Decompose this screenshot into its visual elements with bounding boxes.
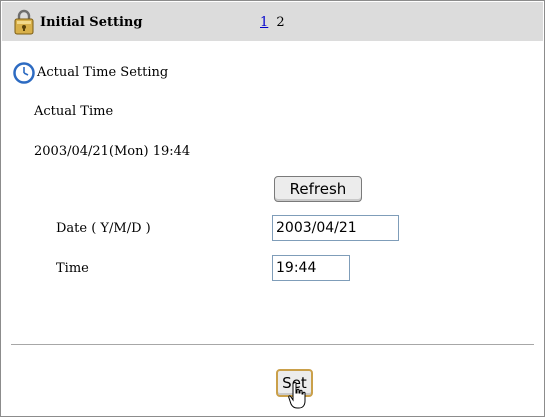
pagination: 1 2: [260, 15, 285, 30]
actual-time-label: Actual Time: [34, 104, 114, 119]
lock-icon: [14, 9, 34, 35]
header-bar: Initial Setting 1 2: [2, 2, 543, 41]
section-title: Actual Time Setting: [37, 65, 169, 80]
refresh-button[interactable]: Refresh: [274, 176, 362, 202]
actual-time-value: 2003/04/21(Mon) 19:44: [34, 144, 191, 159]
page-title: Initial Setting: [40, 15, 143, 30]
page-link-1[interactable]: 1: [260, 15, 268, 30]
settings-window: Initial Setting 1 2 Actual Time Setting …: [0, 0, 545, 417]
date-label: Date ( Y/M/D ): [56, 221, 151, 236]
divider: [11, 344, 534, 346]
time-field[interactable]: [272, 255, 350, 281]
time-label: Time: [56, 261, 89, 276]
current-page: 2: [276, 15, 285, 30]
set-button[interactable]: Set: [276, 369, 313, 397]
clock-icon: [13, 62, 35, 84]
date-field[interactable]: [272, 215, 399, 241]
